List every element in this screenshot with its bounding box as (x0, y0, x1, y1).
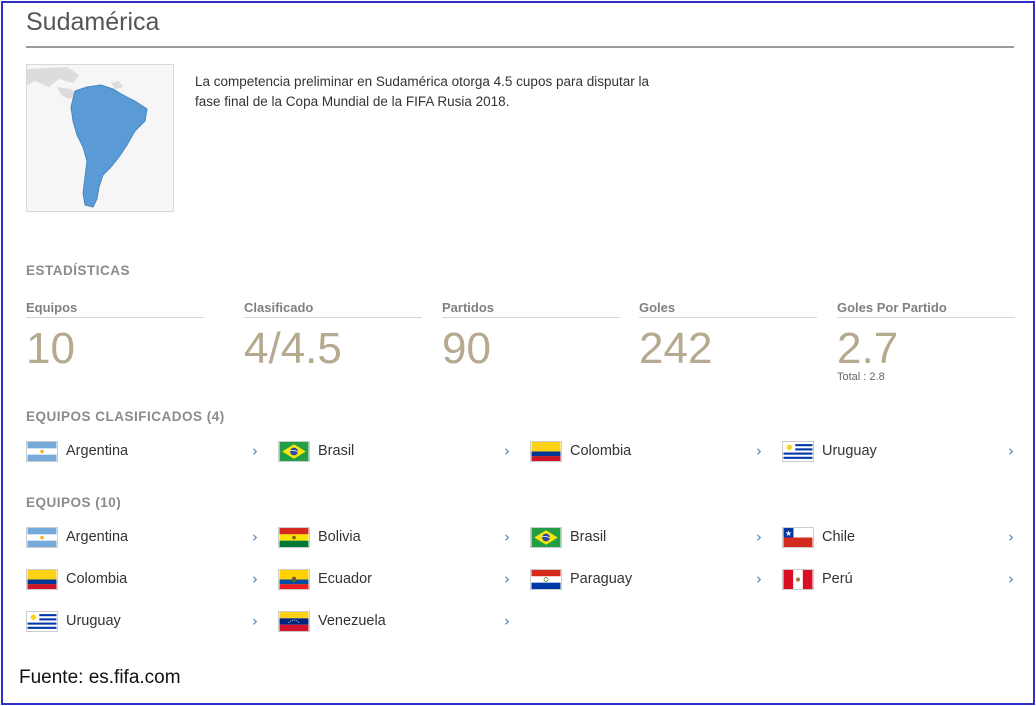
chevron-right-icon: › (1008, 570, 1014, 588)
brasil-flag-icon (278, 440, 310, 462)
chevron-right-icon: › (252, 528, 258, 546)
stat-label: Clasificado (244, 300, 422, 318)
stat-label: Equipos (26, 300, 204, 318)
venezuela-flag-icon (278, 610, 310, 632)
argentina-flag-icon (26, 526, 58, 548)
team-link-peru[interactable]: Perú › (782, 567, 1014, 591)
ecuador-flag-icon (278, 568, 310, 590)
team-link-colombia[interactable]: Colombia › (530, 439, 762, 463)
stat-label: Goles Por Partido (837, 300, 1015, 318)
team-name: Paraguay (570, 571, 633, 587)
bolivia-flag-icon (278, 526, 310, 548)
chile-flag-icon (782, 526, 814, 548)
team-link-colombia[interactable]: Colombia › (26, 567, 258, 591)
team-name: Uruguay (66, 613, 121, 629)
chevron-right-icon: › (756, 570, 762, 588)
team-link-bolivia[interactable]: Bolivia › (278, 525, 510, 549)
team-name: Ecuador (318, 571, 373, 587)
source-caption: Fuente: es.fifa.com (19, 667, 181, 688)
chevron-right-icon: › (504, 612, 510, 630)
team-link-uruguay[interactable]: Uruguay › (26, 609, 258, 633)
stat-value: 4/4.5 (244, 324, 342, 373)
team-link-ecuador[interactable]: Ecuador › (278, 567, 510, 591)
stat-teams: Equipos 10 (26, 300, 204, 374)
team-link-brasil[interactable]: Brasil › (530, 525, 762, 549)
chevron-right-icon: › (504, 570, 510, 588)
team-name: Chile (822, 529, 856, 545)
uruguay-flag-icon (26, 610, 58, 632)
chevron-right-icon: › (252, 570, 258, 588)
region-map (26, 64, 174, 212)
chevron-right-icon: › (756, 442, 762, 460)
team-name: Colombia (570, 443, 632, 459)
page-title: Sudamérica (26, 8, 160, 36)
paraguay-flag-icon (530, 568, 562, 590)
stat-label: Goles (639, 300, 817, 318)
stat-label: Partidos (442, 300, 620, 318)
team-link-uruguay[interactable]: Uruguay › (782, 439, 1014, 463)
south-america-map-icon (27, 67, 148, 208)
stat-goals: Goles 242 (639, 300, 817, 374)
team-link-brasil[interactable]: Brasil › (278, 439, 510, 463)
team-link-argentina[interactable]: Argentina › (26, 525, 258, 549)
stat-matches: Partidos 90 (442, 300, 620, 374)
chevron-right-icon: › (252, 442, 258, 460)
stat-goals-per-match: Goles Por Partido 2.7 Total : 2.8 (837, 300, 1015, 383)
team-name: Colombia (66, 571, 128, 587)
colombia-flag-icon (530, 440, 562, 462)
team-name: Argentina (66, 443, 129, 459)
chevron-right-icon: › (252, 612, 258, 630)
team-name: Perú (822, 571, 853, 587)
team-name: Brasil (570, 529, 607, 545)
chevron-right-icon: › (756, 528, 762, 546)
argentina-flag-icon (26, 440, 58, 462)
team-link-paraguay[interactable]: Paraguay › (530, 567, 762, 591)
qualified-section-title: EQUIPOS CLASIFICADOS (4) (26, 409, 225, 424)
chevron-right-icon: › (504, 528, 510, 546)
stat-total: Total : 2.8 (837, 371, 885, 383)
stat-value: 10 (26, 324, 75, 373)
stat-value: 2.7 (837, 324, 899, 373)
uruguay-flag-icon (782, 440, 814, 462)
brasil-flag-icon (530, 526, 562, 548)
title-divider (26, 46, 1014, 48)
colombia-flag-icon (26, 568, 58, 590)
team-name: Uruguay (822, 443, 877, 459)
chevron-right-icon: › (1008, 442, 1014, 460)
region-description: La competencia preliminar en Sudamérica … (195, 74, 650, 109)
chevron-right-icon: › (504, 442, 510, 460)
team-link-venezuela[interactable]: Venezuela › (278, 609, 510, 633)
team-name: Bolivia (318, 529, 361, 545)
stat-qualified: Clasificado 4/4.5 (244, 300, 422, 374)
team-link-argentina[interactable]: Argentina › (26, 439, 258, 463)
teams-section-title: EQUIPOS (10) (26, 495, 122, 510)
peru-flag-icon (782, 568, 814, 590)
team-name: Argentina (66, 529, 129, 545)
stats-section-title: ESTADÍSTICAS (26, 263, 131, 278)
team-link-chile[interactable]: Chile › (782, 525, 1014, 549)
team-name: Brasil (318, 443, 355, 459)
chevron-right-icon: › (1008, 528, 1014, 546)
stat-value: 90 (442, 324, 491, 373)
team-name: Venezuela (318, 613, 386, 629)
stat-value: 242 (639, 324, 713, 373)
